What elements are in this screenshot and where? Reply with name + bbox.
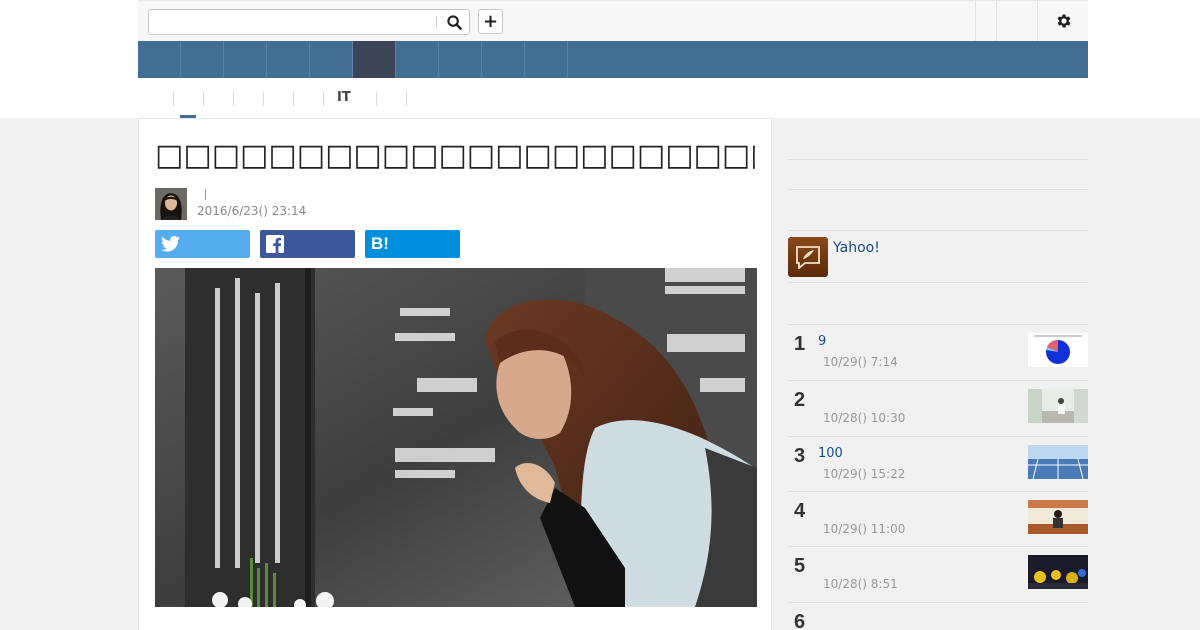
search-box xyxy=(148,9,470,35)
rank-number: 1 xyxy=(794,333,806,355)
rank-thumbnail[interactable] xyxy=(1028,555,1088,589)
sidebar-divider xyxy=(788,282,1088,283)
twitter-share-button[interactable] xyxy=(155,230,250,258)
twitter-icon xyxy=(161,236,180,252)
author-avatar[interactable] xyxy=(155,188,187,220)
rank-time: 10/29() 15:22 xyxy=(823,467,906,481)
subnav-item[interactable] xyxy=(263,92,293,106)
nav-tab[interactable] xyxy=(181,41,224,78)
nav-tab-active[interactable] xyxy=(353,41,396,78)
rank-time: 10/29() 7:14 xyxy=(823,355,898,369)
rank-number: 2 xyxy=(794,389,806,411)
byline-divider xyxy=(205,189,206,200)
toolbar-divider xyxy=(975,1,976,41)
nav-tab[interactable] xyxy=(310,41,353,78)
rank-number: 6 xyxy=(794,611,806,630)
nav-tab[interactable] xyxy=(267,41,310,78)
rank-number: 4 xyxy=(794,500,806,522)
subnav-item[interactable] xyxy=(376,92,406,106)
search-divider xyxy=(436,16,437,28)
rank-thumbnail[interactable] xyxy=(1028,333,1088,367)
ranking-item[interactable]: 2 10/28() 10:30 xyxy=(788,380,1088,435)
hatena-bookmark-button[interactable]: B! xyxy=(365,230,460,258)
toolbar-divider xyxy=(996,1,997,41)
search-input[interactable] xyxy=(153,13,433,31)
ranking-item[interactable]: 1 9 10/29() 7:14 xyxy=(788,324,1088,379)
sub-nav: IT xyxy=(138,78,1088,118)
ranking-item[interactable]: 6 xyxy=(788,602,1088,630)
nav-tab[interactable] xyxy=(224,41,267,78)
sidebar-divider xyxy=(788,189,1088,190)
nav-tab[interactable] xyxy=(439,41,482,78)
subnav-item[interactable] xyxy=(203,92,233,106)
subnav-item[interactable] xyxy=(173,92,203,106)
top-toolbar: + xyxy=(138,0,1088,41)
rank-thumbnail[interactable] xyxy=(1028,445,1088,479)
nav-tab[interactable] xyxy=(525,41,568,78)
subnav-item[interactable] xyxy=(233,92,263,106)
nav-tab[interactable] xyxy=(138,41,181,78)
ranking-item[interactable]: 4 10/29() 11:00 xyxy=(788,491,1088,546)
subnav-item[interactable] xyxy=(406,92,407,106)
article-date: 2016/6/23() 23:14 xyxy=(197,204,307,218)
article-title: □□□□□□□□□□□□□□□□□□□□□□□□□□□□□□□□□ xyxy=(155,138,755,173)
rank-time: 10/28() 10:30 xyxy=(823,411,906,425)
category-nav xyxy=(138,41,1088,78)
yahoo-link[interactable]: Yahoo! xyxy=(833,240,880,256)
rank-time: 10/28() 8:51 xyxy=(823,577,898,591)
sidebar-divider xyxy=(788,159,1088,160)
gear-icon xyxy=(1057,14,1071,28)
sidebar: Yahoo! 1 9 10/29() 7:14 2 10/28() 10:30 … xyxy=(788,118,1088,630)
rank-number: 5 xyxy=(794,555,806,577)
plus-icon: + xyxy=(482,11,499,32)
ranking-item[interactable]: 5 10/28() 8:51 xyxy=(788,546,1088,601)
sidebar-divider xyxy=(788,230,1088,231)
facebook-icon xyxy=(266,235,284,253)
search-button[interactable] xyxy=(441,11,467,33)
nav-tab[interactable] xyxy=(396,41,439,78)
rank-title[interactable]: 9 xyxy=(818,334,826,349)
rank-title[interactable]: 100 xyxy=(818,446,843,461)
rank-number: 3 xyxy=(794,445,806,467)
subnav-item[interactable] xyxy=(293,92,323,106)
ranking-item[interactable]: 3 100 10/29() 15:22 xyxy=(788,436,1088,491)
toolbar-divider xyxy=(1037,1,1038,41)
article-panel: □□□□□□□□□□□□□□□□□□□□□□□□□□□□□□□□□ 2016/6… xyxy=(138,118,772,630)
settings-button[interactable] xyxy=(1053,10,1075,32)
facebook-share-button[interactable] xyxy=(260,230,355,258)
rank-time: 10/29() 11:00 xyxy=(823,522,906,536)
rank-thumbnail[interactable] xyxy=(1028,389,1088,423)
subnav-item-it[interactable]: IT xyxy=(337,90,351,105)
add-button[interactable]: + xyxy=(478,9,503,34)
nav-tab[interactable] xyxy=(482,41,525,78)
hatena-label: B! xyxy=(371,234,389,253)
rank-thumbnail[interactable] xyxy=(1028,500,1088,534)
yahoo-creators-icon[interactable] xyxy=(788,237,828,277)
search-icon xyxy=(446,14,462,30)
article-photo xyxy=(155,268,757,607)
